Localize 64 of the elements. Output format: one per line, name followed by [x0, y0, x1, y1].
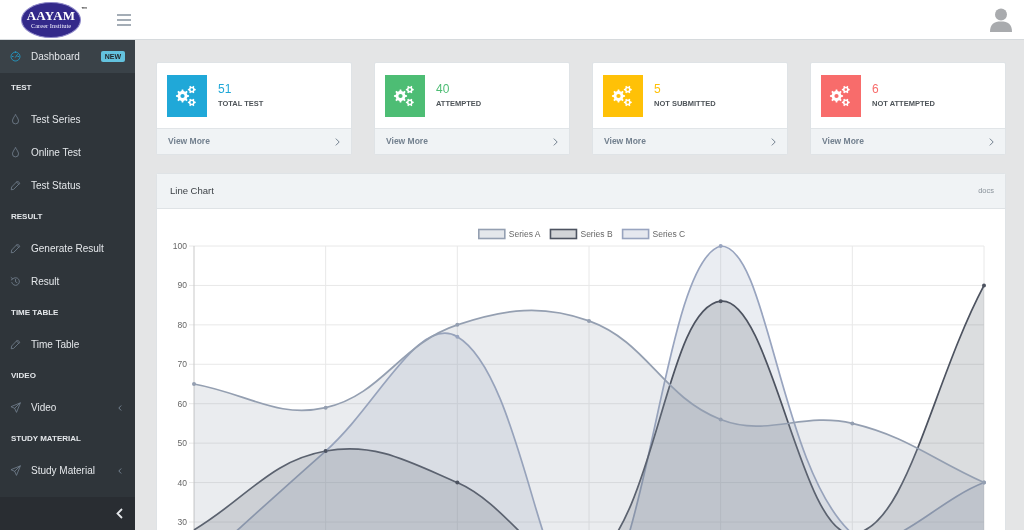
legend-label: Series A: [508, 229, 541, 239]
axis-tick-label: 90: [177, 280, 187, 291]
data-point: [850, 421, 855, 426]
chevron-right-icon: [989, 137, 994, 146]
data-point: [718, 417, 723, 422]
legend-swatch-icon: [478, 228, 506, 240]
axis-tick-label: 40: [177, 477, 187, 488]
stat-value: 51: [218, 83, 233, 96]
axis-tick-label: 50: [177, 438, 187, 449]
data-point: [718, 299, 723, 304]
stat-value: 40: [436, 83, 451, 96]
nav-link[interactable]: Time Table: [0, 328, 135, 361]
brand-name: AAYAM: [26, 9, 76, 23]
droplet-icon: [10, 147, 21, 158]
nav-dropdown-link[interactable]: Study Material: [0, 454, 135, 487]
view-more-link[interactable]: View More: [811, 128, 1005, 154]
paper-plane-icon: [10, 402, 21, 413]
view-more-link[interactable]: View More: [375, 128, 569, 154]
axis-tick-label: 60: [177, 398, 187, 409]
data-point: [455, 322, 460, 327]
stat-value: 6: [872, 83, 880, 96]
axis-tick-label: 100: [172, 241, 187, 251]
chevron-right-icon: [553, 137, 558, 146]
nav-section-title: TEST: [10, 82, 33, 94]
data-point: [982, 283, 986, 288]
paper-plane-icon: [10, 465, 21, 476]
view-more-link[interactable]: View More: [593, 128, 787, 154]
pencil-icon: [10, 339, 21, 350]
nav-dropdown-link[interactable]: Video: [0, 391, 135, 424]
chevron-left-icon: [116, 508, 123, 519]
nav-link[interactable]: Test Status: [0, 169, 135, 202]
stat-value: 5: [654, 83, 662, 96]
nav-section-title: STUDY MATERIAL: [10, 433, 82, 445]
menu-icon[interactable]: [117, 13, 131, 26]
user-avatar-icon[interactable]: [990, 7, 1012, 32]
legend-swatch-icon: [549, 228, 578, 240]
nav-link[interactable]: Online Test: [0, 136, 135, 169]
nav-link[interactable]: Result: [0, 265, 135, 298]
data-point: [718, 244, 723, 248]
data-point: [323, 405, 328, 410]
chevron-right-icon: [335, 137, 340, 146]
chevron-right-icon: [771, 137, 776, 146]
nav-section-title: RESULT: [10, 211, 44, 223]
nav-link[interactable]: Test Series: [0, 103, 135, 136]
legend-swatch-icon: [621, 228, 650, 240]
data-point: [455, 480, 460, 485]
axis-tick-label: 70: [177, 359, 187, 370]
speedometer-icon: [10, 51, 21, 62]
view-more-link[interactable]: View More: [157, 128, 351, 154]
card-title: Line Chart: [170, 183, 214, 198]
history-icon: [10, 276, 21, 287]
nav-section-title: VIDEO: [10, 370, 37, 382]
nav-link[interactable]: Generate Result: [0, 232, 135, 265]
pencil-icon: [10, 243, 21, 254]
legend-label: Series B: [580, 229, 613, 239]
droplet-icon: [10, 114, 21, 125]
legend-label: Series C: [652, 229, 686, 239]
pencil-icon: [10, 180, 21, 191]
axis-tick-label: 80: [177, 319, 187, 330]
data-point: [455, 334, 460, 339]
data-point: [587, 318, 591, 323]
axis-tick-label: 30: [177, 517, 187, 527]
data-point: [192, 382, 196, 386]
nav-section-title: TIME TABLE: [10, 307, 60, 319]
